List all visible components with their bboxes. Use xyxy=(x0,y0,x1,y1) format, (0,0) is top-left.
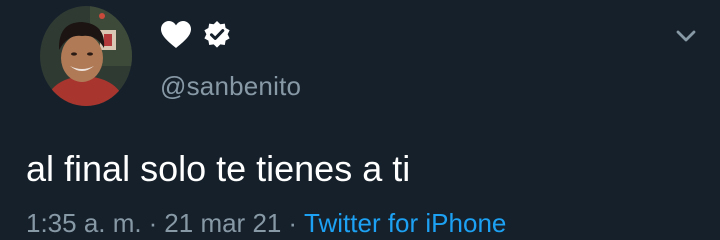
tweet-time[interactable]: 1:35 a. m. xyxy=(26,206,142,240)
tweet-card: @sanbenito al final solo te tienes a ti … xyxy=(0,0,720,240)
tweet-text: al final solo te tienes a ti xyxy=(26,148,411,189)
author-handle[interactable]: @sanbenito xyxy=(160,68,301,104)
display-name-row[interactable] xyxy=(160,19,232,51)
chevron-down-icon[interactable] xyxy=(672,22,700,50)
white-heart-icon xyxy=(160,20,192,50)
tweet-date[interactable]: 21 mar 21 xyxy=(164,206,281,240)
verified-badge-icon xyxy=(202,20,232,50)
meta-separator: · xyxy=(288,208,298,238)
tweet-source-link[interactable]: Twitter for iPhone xyxy=(304,206,506,240)
avatar[interactable] xyxy=(40,6,132,106)
tweet-meta: 1:35 a. m. · 21 mar 21 · Twitter for iPh… xyxy=(26,206,506,240)
meta-separator: · xyxy=(148,208,158,238)
